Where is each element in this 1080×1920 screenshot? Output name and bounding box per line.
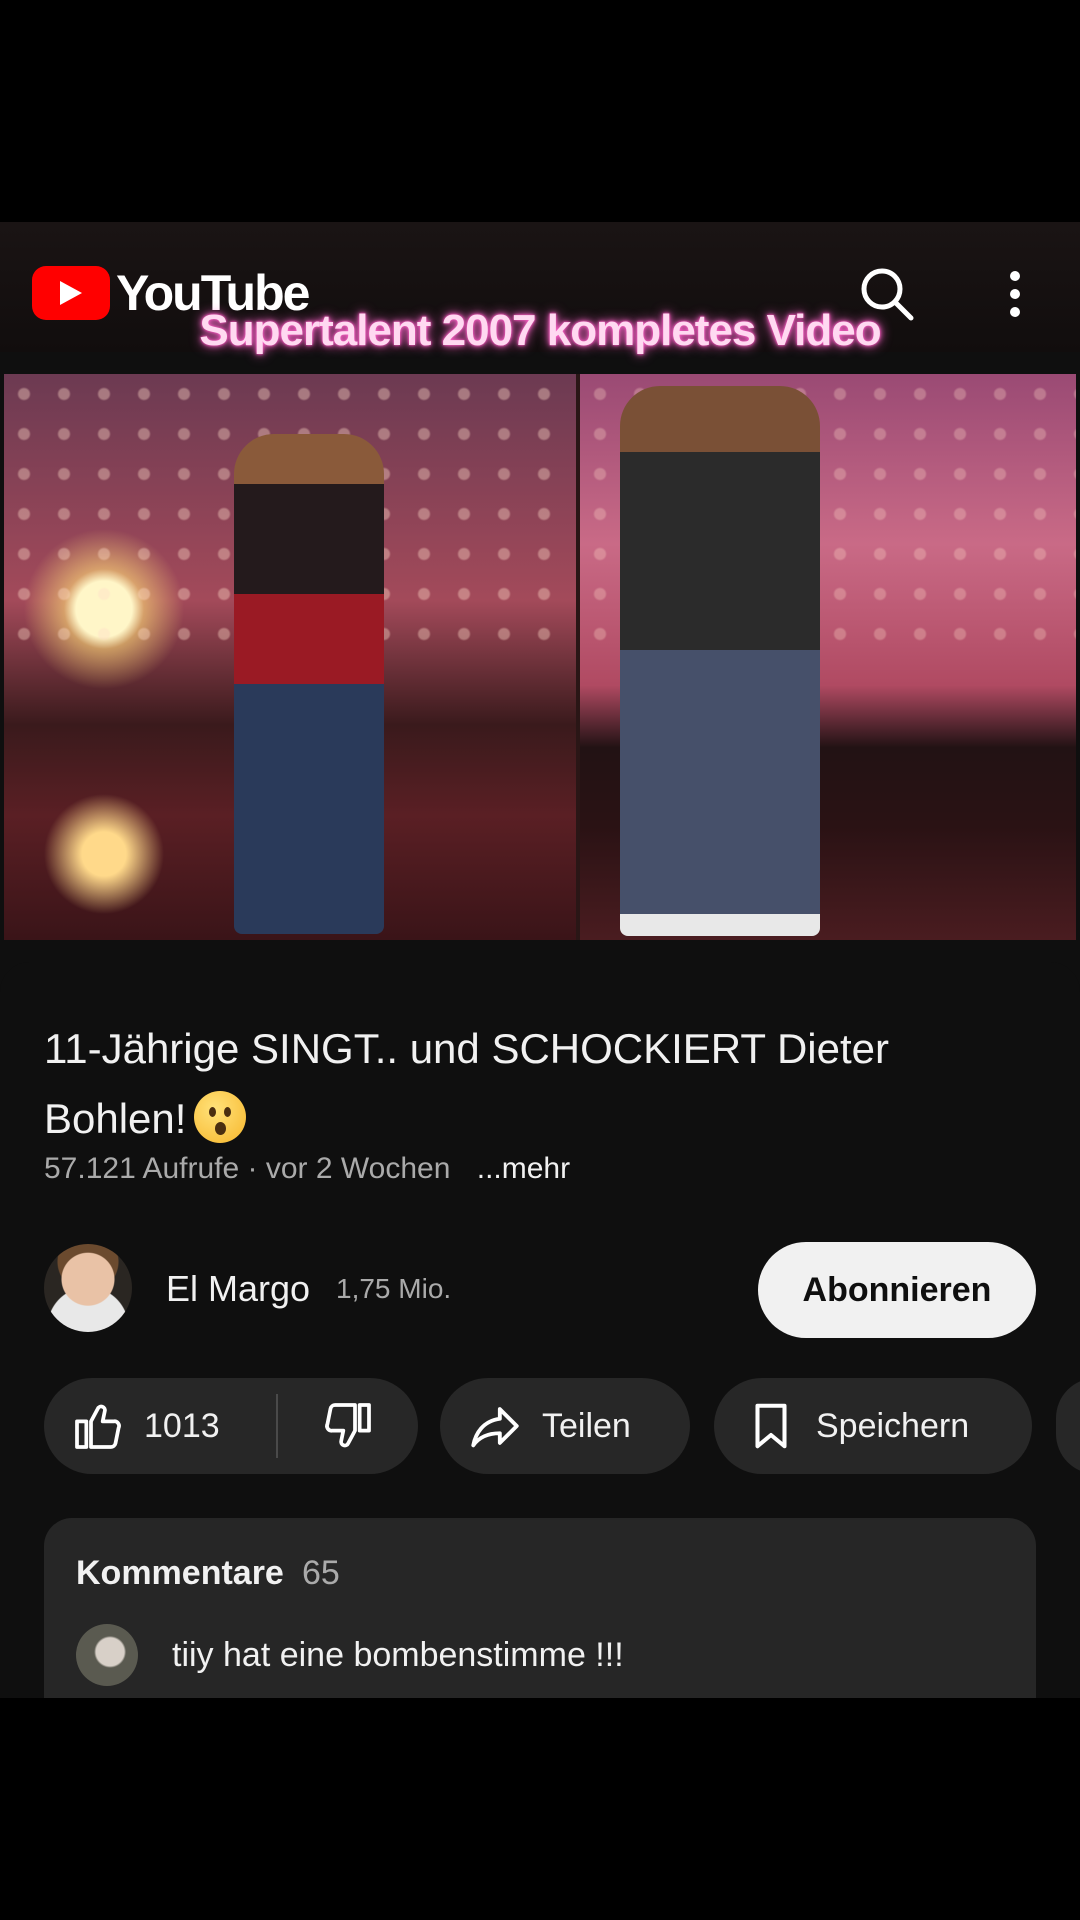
subscribe-button[interactable]: Abonnieren xyxy=(758,1242,1036,1338)
search-button[interactable] xyxy=(855,262,919,326)
like-count: 1013 xyxy=(144,1406,220,1445)
comments-count: 65 xyxy=(302,1554,340,1592)
video-meta[interactable]: 57.121 Aufrufe · vor 2 Wochen ...mehr xyxy=(44,1152,570,1186)
more-vert-icon xyxy=(1010,271,1020,317)
commenter-avatar xyxy=(76,1624,138,1686)
top-app-bar: YouTube Supertalent 2007 kompletes Video xyxy=(0,222,1080,355)
comment-text: tiiy hat eine bombenstimme !!! xyxy=(172,1636,624,1674)
like-button[interactable]: 1013 xyxy=(44,1378,276,1474)
video-title-text: 11-Jährige SINGT.. und SCHOCKIERT Dieter… xyxy=(44,1025,889,1142)
share-button[interactable]: Teilen xyxy=(440,1378,690,1474)
search-icon xyxy=(861,268,914,321)
astonished-face-icon xyxy=(194,1091,247,1143)
video-info-panel: 11-Jährige SINGT.. und SCHOCKIERT Dieter… xyxy=(0,962,1080,1698)
more-options-button[interactable] xyxy=(983,262,1047,326)
meta-separator: · xyxy=(247,1152,258,1185)
video-title[interactable]: 11-Jährige SINGT.. und SCHOCKIERT Dieter… xyxy=(44,1014,1024,1154)
channel-name[interactable]: El Margo xyxy=(166,1268,310,1310)
thumbs-down-icon xyxy=(324,1403,371,1448)
app-frame: YouTube Supertalent 2007 kompletes Video xyxy=(0,222,1080,1698)
comments-header: Kommentare xyxy=(76,1554,284,1592)
channel-avatar[interactable] xyxy=(44,1244,132,1332)
more-actions-button[interactable] xyxy=(1056,1378,1080,1474)
like-dislike-group: 1013 xyxy=(44,1378,418,1474)
bookmark-icon xyxy=(755,1403,787,1449)
dancer-figure xyxy=(620,386,820,936)
video-player[interactable] xyxy=(4,374,1076,940)
save-button[interactable]: Speichern xyxy=(714,1378,1032,1474)
thumbs-up-icon xyxy=(75,1404,121,1449)
singer-figure xyxy=(234,434,384,934)
video-right-panel xyxy=(580,374,1076,940)
view-count: 57.121 Aufrufe xyxy=(44,1152,240,1185)
share-arrow-icon xyxy=(471,1407,519,1448)
dislike-button[interactable] xyxy=(278,1378,418,1474)
subscriber-count: 1,75 Mio. xyxy=(336,1273,452,1304)
save-label: Speichern xyxy=(816,1406,970,1445)
action-bar: 1013 Teilen Speichern xyxy=(44,1378,1080,1474)
upload-age: vor 2 Wochen xyxy=(265,1152,451,1185)
video-left-panel xyxy=(4,374,576,940)
share-label: Teilen xyxy=(542,1406,631,1445)
more-description-link[interactable]: ...mehr xyxy=(477,1152,570,1185)
comments-section[interactable]: Kommentare 65 tiiy hat eine bombenstimme… xyxy=(44,1518,1036,1698)
channel-row: El Margo 1,75 Mio. Abonnieren xyxy=(44,1242,1036,1338)
